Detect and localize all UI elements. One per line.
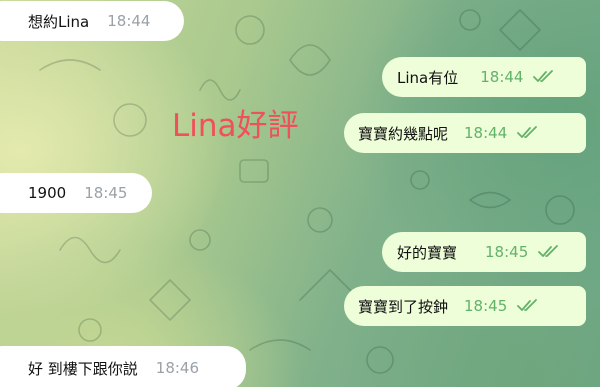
message-time: 18:45 (464, 297, 508, 315)
message-time: 18:44 (480, 68, 524, 86)
message-text: 想約Lina (28, 12, 90, 31)
double-check-icon (538, 245, 559, 257)
message-outgoing[interactable]: 好的寶寶 18:45 (382, 232, 586, 272)
message-time: 18:46 (155, 359, 200, 377)
message-time: 18:45 (84, 184, 128, 202)
message-text: 寶寶約幾點呢 (358, 124, 449, 143)
message-incoming[interactable]: 好 到樓下跟你説 18:46 (0, 346, 246, 390)
message-text: 1900 (28, 184, 67, 202)
message-outgoing[interactable]: 寶寶約幾點呢 18:44 (344, 113, 586, 153)
message-outgoing[interactable]: Lina有位 18:44 (382, 57, 586, 97)
message-time: 18:45 (485, 243, 529, 261)
overlay-caption: Lina好評 (172, 108, 299, 144)
message-text: 寶寶到了按鈡 (358, 297, 449, 316)
double-check-icon (517, 299, 538, 311)
double-check-icon (517, 126, 538, 138)
message-time: 18:44 (107, 12, 151, 30)
message-text: Lina有位 (397, 68, 459, 87)
double-check-icon (533, 70, 554, 82)
message-text: 好 到樓下跟你説 (28, 359, 138, 378)
message-text: 好的寶寶 (397, 243, 458, 262)
message-outgoing[interactable]: 寶寶到了按鈡 18:45 (344, 286, 586, 326)
message-incoming[interactable]: 想約Lina 18:44 (0, 1, 184, 41)
message-time: 18:44 (464, 124, 508, 142)
message-incoming[interactable]: 1900 18:45 (0, 173, 152, 213)
